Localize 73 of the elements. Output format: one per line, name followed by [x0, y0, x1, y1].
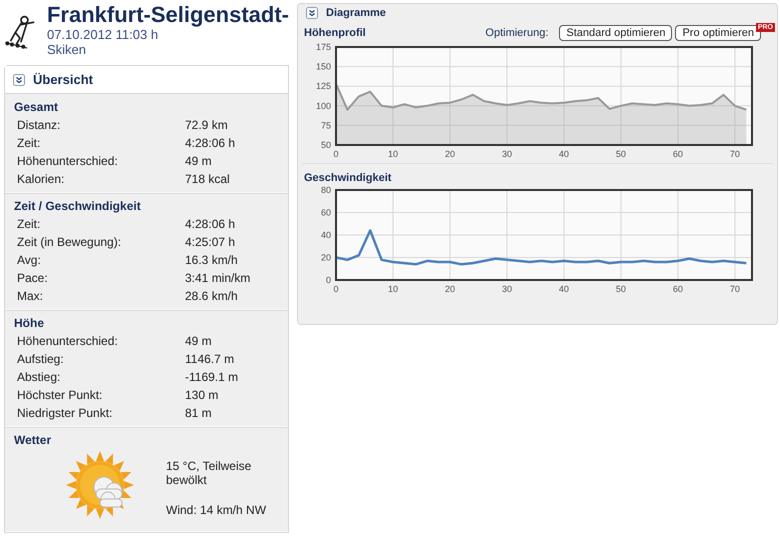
panel-title: Diagramme	[326, 7, 386, 19]
stat-label: Distanz:	[17, 118, 62, 132]
stat-value: 718 kcal	[185, 172, 231, 186]
axis-label: 60	[672, 149, 683, 159]
stat-value: 81 m	[185, 406, 213, 420]
chart-title: Geschwindigkeit	[304, 172, 392, 184]
section-title: Gesamt	[14, 100, 60, 114]
stat-label: Höhenunterschied:	[17, 154, 119, 168]
weather-condition: 15 °C, Teilweise bewölkt	[166, 459, 252, 487]
axis-label: 70	[730, 149, 740, 159]
section-title: Wetter	[14, 433, 52, 447]
activity-date: 07.10.2012 11:03 h	[46, 27, 160, 42]
stat-value: 4:28:06 h	[185, 136, 236, 150]
axis-label: 40	[558, 284, 569, 294]
axis-label: 100	[316, 100, 331, 111]
axis-label: 20	[444, 149, 455, 159]
axis-label: 30	[502, 149, 512, 159]
stat-value: 28.6 km/h	[185, 289, 239, 303]
stat-label: Zeit:	[17, 217, 42, 231]
stat-value: -1169.1 m	[185, 370, 240, 384]
stat-value: 49 m	[185, 334, 213, 348]
axis-label: 0	[334, 284, 338, 294]
stat-value: 4:25:07 h	[185, 235, 236, 249]
stat-label: Höchster Punkt:	[17, 388, 104, 402]
axis-label: 40	[320, 230, 331, 240]
stat-label: Max:	[17, 289, 44, 303]
axis-label: 20	[444, 284, 455, 294]
axis-label: 60	[320, 208, 331, 218]
axis-label: 30	[502, 284, 512, 294]
axis-label: 50	[320, 140, 331, 150]
weather-icon	[64, 449, 136, 521]
stat-value: 1146.7 m	[185, 352, 236, 366]
stat-value: 72.9 km	[185, 118, 229, 132]
stat-label: Kalorien:	[17, 172, 66, 186]
section-title: Zeit / Geschwindigkeit	[14, 199, 142, 213]
stat-value: 49 m	[185, 154, 213, 168]
stat-label: Aufstieg:	[17, 352, 65, 366]
collapse-icon[interactable]	[13, 74, 25, 86]
stat-label: Höhenunterschied:	[17, 334, 119, 348]
activity-title: Frankfurt-Seligenstadt-	[46, 3, 289, 27]
stat-label: Pace:	[17, 271, 49, 285]
stat-label: Avg:	[17, 253, 42, 267]
stat-label: Zeit:	[17, 136, 42, 150]
axis-label: 80	[320, 185, 331, 195]
collapse-icon[interactable]	[306, 7, 318, 19]
axis-label: 70	[730, 284, 740, 294]
stat-value: 4:28:06 h	[185, 217, 236, 231]
optimize-label: Optimierung:	[485, 27, 548, 39]
axis-label: 60	[672, 284, 683, 294]
stat-label: Abstieg:	[17, 370, 62, 384]
axis-label: 175	[316, 42, 331, 52]
axis-label: 50	[616, 284, 626, 294]
axis-label: 10	[388, 149, 398, 159]
section-title: Höhe	[14, 316, 45, 330]
stat-value: 16.3 km/h	[185, 253, 239, 267]
axis-label: 0	[326, 275, 331, 285]
axis-label: 0	[334, 149, 338, 159]
axis-label: 50	[616, 149, 626, 159]
optimize-button[interactable]: Standard optimieren	[559, 25, 672, 41]
stat-label: Niedrigster Punkt:	[17, 406, 114, 420]
axis-label: 20	[320, 252, 331, 262]
axis-label: 10	[388, 284, 398, 294]
stat-label: Zeit (in Bewegung):	[17, 235, 122, 249]
activity-type: Skiken	[46, 42, 87, 57]
axis-label: 150	[316, 62, 331, 72]
axis-label: 40	[558, 149, 569, 159]
panel-title: Übersicht	[33, 72, 93, 87]
axis-label: 125	[316, 81, 331, 92]
chart-title: Höhenprofil	[304, 27, 367, 39]
stat-value: 130 m	[185, 388, 220, 402]
axis-label: 75	[320, 120, 331, 130]
stat-value: 3:41 min/km	[185, 271, 252, 285]
wind-info: Wind: 14 km/h NW	[166, 503, 268, 517]
